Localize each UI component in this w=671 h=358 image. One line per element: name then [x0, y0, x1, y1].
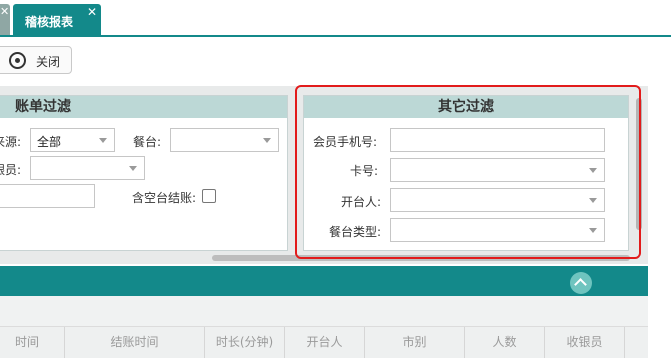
cashier-select[interactable] [30, 156, 145, 180]
column-header-filler [625, 327, 648, 358]
grid-toolbar [0, 266, 648, 296]
column-header[interactable]: 时间 [0, 327, 65, 358]
column-header[interactable]: 时长(分钟) [205, 327, 285, 358]
opener-label: 开台人: [341, 195, 382, 209]
chevron-down-icon [589, 198, 597, 203]
opener-select[interactable] [390, 188, 605, 212]
other-filter-header: 其它过滤 [304, 96, 628, 118]
card-number-label: 卡号: [350, 164, 379, 178]
card-number-select[interactable] [390, 158, 605, 182]
source-select[interactable]: 全部 [30, 128, 115, 152]
source-select-value: 全部 [37, 135, 62, 149]
bill-filter-title: 账单过滤 [15, 99, 71, 115]
tab-audit-report[interactable]: 稽核报表 ✕ [13, 4, 101, 35]
stop-circle-icon [9, 52, 26, 69]
close-button[interactable]: 关闭 [0, 46, 72, 74]
table-type-label: 餐台类型: [329, 225, 382, 239]
tab-underline [0, 35, 671, 37]
tab-strip: ✕ 稽核报表 ✕ [0, 0, 671, 35]
member-phone-label: 会员手机号: [313, 135, 378, 149]
right-gutter [648, 37, 671, 358]
close-button-label: 关闭 [36, 55, 61, 69]
grid-header: 时间 结账时间 时长(分钟) 开台人 市别 人数 收银员 [0, 326, 648, 358]
close-icon[interactable]: ✕ [87, 6, 97, 18]
other-filter-title: 其它过滤 [438, 99, 494, 115]
source-label: 来源: [0, 135, 22, 149]
horizontal-scrollbar[interactable] [212, 255, 630, 261]
table-type-select[interactable] [390, 218, 605, 242]
empty-table-checkout-label: 含空台结账: [132, 191, 197, 205]
column-header[interactable]: 开台人 [285, 327, 365, 358]
bill-filter-header: 账单过滤 [0, 96, 287, 118]
column-header[interactable]: 市别 [365, 327, 465, 358]
chevron-down-icon [129, 166, 137, 171]
table-label: 餐台: [133, 135, 162, 149]
chevron-down-icon [589, 228, 597, 233]
member-phone-input[interactable] [390, 128, 605, 152]
column-header[interactable]: 收银员 [545, 327, 625, 358]
chevron-down-icon [99, 138, 107, 143]
close-icon[interactable]: ✕ [0, 6, 9, 17]
cashier-label: 银员: [0, 163, 22, 177]
grid-filter-row [0, 296, 648, 326]
report-window: ✕ 稽核报表 ✕ 关闭 账单过滤 来源: 全部 餐台: 银员: 含空台结账: 其… [0, 0, 671, 358]
column-header[interactable]: 人数 [465, 327, 545, 358]
chevron-up-icon [574, 278, 587, 291]
table-select[interactable] [170, 128, 279, 152]
tab-previous[interactable]: ✕ [0, 4, 10, 35]
collapse-button[interactable] [570, 272, 592, 294]
vertical-scrollbar[interactable] [636, 98, 642, 230]
empty-table-checkout-checkbox[interactable] [202, 189, 216, 203]
chevron-down-icon [263, 138, 271, 143]
tab-label: 稽核报表 [25, 15, 74, 29]
chevron-down-icon [589, 168, 597, 173]
column-header[interactable]: 结账时间 [65, 327, 205, 358]
bill-filter-text-field[interactable] [0, 184, 95, 208]
